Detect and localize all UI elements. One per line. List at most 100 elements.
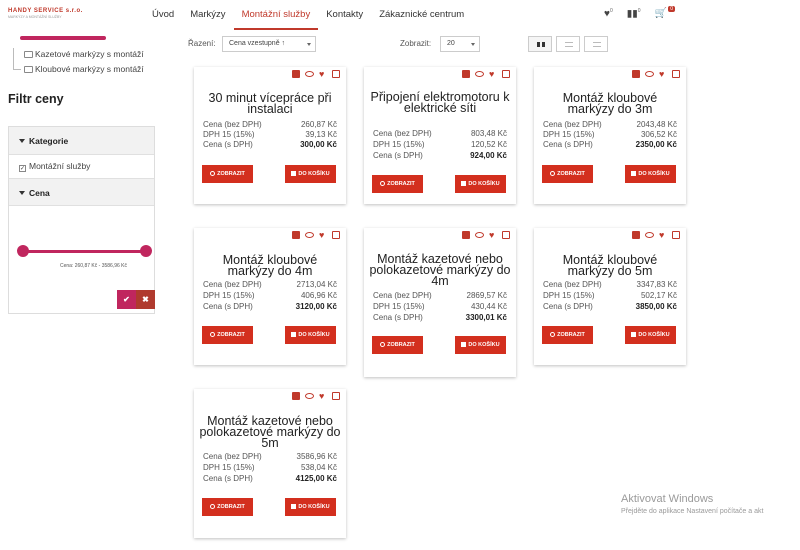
compare-icon[interactable] [502,231,510,239]
show-select-value: 20 [447,40,455,47]
compare-icon[interactable]: ▮▮0 [627,8,641,19]
cart-icon[interactable]: 🛒 0 [655,6,675,19]
eye-icon[interactable] [305,71,314,77]
bag-icon [631,332,637,337]
caret-down-icon [19,139,25,143]
price-value: 3347,83 Kč [636,280,677,289]
price-slider-max-handle[interactable] [140,245,152,257]
price-label: Cena (bez DPH) [203,452,262,461]
heart-icon[interactable]: ♥ [319,231,327,240]
price-row-vat: DPH 15 (15%) 538,04 Kč [203,463,337,473]
filter-section-category[interactable]: Kategorie [9,127,154,155]
bag-icon[interactable] [462,231,470,239]
product-title[interactable]: 30 minut vícepráce při instalaci [198,92,342,116]
price-label: Cena (s DPH) [203,302,253,311]
category-checkbox[interactable]: ✓ Montážní služby [19,161,90,172]
wishlist-icon[interactable]: ♥0 [604,8,613,19]
search-icon [210,504,216,509]
apply-filter-button[interactable]: ✔ [117,290,136,309]
cart-button-label: DO KOŠÍKU [298,332,330,338]
bag-icon[interactable] [462,70,470,78]
bag-icon[interactable] [292,70,300,78]
heart-icon[interactable]: ♥ [489,231,497,240]
heart-icon[interactable]: ♥ [319,392,327,401]
heart-icon[interactable]: ♥ [489,70,497,79]
price-row-net: Cena (bez DPH) 260,87 Kč [203,120,337,130]
nav-item-uvod[interactable]: Úvod [144,0,182,30]
price-value: 306,52 Kč [640,130,677,139]
sidebar-item-kloubove[interactable]: Kloubové markýzy s montáží [24,64,144,74]
show-button-label: ZOBRAZIT [557,332,585,338]
price-value: 406,96 Kč [300,291,337,300]
filter-section-label: Cena [29,188,50,198]
eye-icon[interactable] [645,232,654,238]
nav-item-markyzy[interactable]: Markýzy [182,0,233,30]
sort-select[interactable]: Cena vzestupně ↑ [222,36,316,52]
list-view-button[interactable] [556,36,580,52]
product-title[interactable]: Montáž kloubové markýzy do 5m [538,254,682,278]
heart-icon[interactable]: ♥ [319,70,327,79]
search-icon [550,332,556,337]
price-label: DPH 15 (15%) [543,130,595,139]
sidebar-item-kazetove[interactable]: Kazetové markýzy s montáží [24,49,144,59]
bag-icon[interactable] [292,231,300,239]
nav-item-zakaznicke-centrum[interactable]: Zákaznické centrum [371,0,472,30]
add-to-cart-button[interactable]: DO KOŠÍKU [455,175,506,193]
price-label: Cena (bez DPH) [373,129,432,138]
product-title[interactable]: Montáž kazetové nebo polokazetové markýz… [368,253,512,288]
heart-icon[interactable]: ♥ [659,70,667,79]
price-row-gross: Cena (s DPH) 2350,00 Kč [543,140,677,150]
price-slider-min-handle[interactable] [17,245,29,257]
logo[interactable]: HANDY SERVICE s.r.o. MARKÝZY A MONTÁŽNÍ … [8,8,88,22]
bag-icon[interactable] [292,392,300,400]
price-value: 430,44 Kč [470,302,507,311]
show-button[interactable]: ZOBRAZIT [202,165,253,183]
product-title[interactable]: Připojení elektromotoru k elektrické sít… [368,91,512,115]
show-button[interactable]: ZOBRAZIT [372,175,423,193]
price-row-net: Cena (bez DPH) 803,48 Kč [373,129,507,139]
product-title[interactable]: Montáž kloubové markýzy do 4m [198,254,342,278]
add-to-cart-button[interactable]: DO KOŠÍKU [285,326,336,344]
show-button[interactable]: ZOBRAZIT [542,165,593,183]
product-title[interactable]: Montáž kloubové markýzy do 3m [538,92,682,116]
nav-item-montazni-sluzby[interactable]: Montážní služby [233,0,319,30]
add-to-cart-button[interactable]: DO KOŠÍKU [625,326,676,344]
bag-icon[interactable] [632,231,640,239]
show-button[interactable]: ZOBRAZIT [542,326,593,344]
eye-icon[interactable] [475,232,484,238]
compare-icon[interactable] [672,70,680,78]
show-button[interactable]: ZOBRAZIT [202,326,253,344]
price-slider-track[interactable] [23,250,145,253]
heart-icon[interactable]: ♥ [659,231,667,240]
price-value: 3120,00 Kč [295,302,337,311]
grid-view-button[interactable] [528,36,552,52]
eye-icon[interactable] [305,232,314,238]
add-to-cart-button[interactable]: DO KOŠÍKU [625,165,676,183]
compare-icon[interactable] [502,70,510,78]
compare-icon[interactable] [332,231,340,239]
eye-icon[interactable] [305,393,314,399]
product-title[interactable]: Montáž kazetové nebo polokazetové markýz… [198,415,342,450]
price-value: 39,13 Kč [305,130,337,139]
price-value: 538,04 Kč [300,463,337,472]
show-button-label: ZOBRAZIT [387,342,415,348]
compact-view-button[interactable] [584,36,608,52]
eye-icon[interactable] [645,71,654,77]
price-row-vat: DPH 15 (15%) 406,96 Kč [203,291,337,301]
show-button[interactable]: ZOBRAZIT [372,336,423,354]
bag-icon[interactable] [632,70,640,78]
reset-filter-button[interactable]: ✖ [136,290,155,309]
compare-icon[interactable] [672,231,680,239]
show-button[interactable]: ZOBRAZIT [202,498,253,516]
eye-icon[interactable] [475,71,484,77]
filter-section-price[interactable]: Cena [9,178,154,206]
add-to-cart-button[interactable]: DO KOŠÍKU [285,498,336,516]
add-to-cart-button[interactable]: DO KOŠÍKU [285,165,336,183]
nav-item-kontakty[interactable]: Kontakty [318,0,371,30]
price-row-gross: Cena (s DPH) 3120,00 Kč [203,302,337,312]
show-select[interactable]: 20 [440,36,480,52]
compare-icon[interactable] [332,70,340,78]
add-to-cart-button[interactable]: DO KOŠÍKU [455,336,506,354]
compare-icon[interactable] [332,392,340,400]
search-icon [380,181,386,186]
